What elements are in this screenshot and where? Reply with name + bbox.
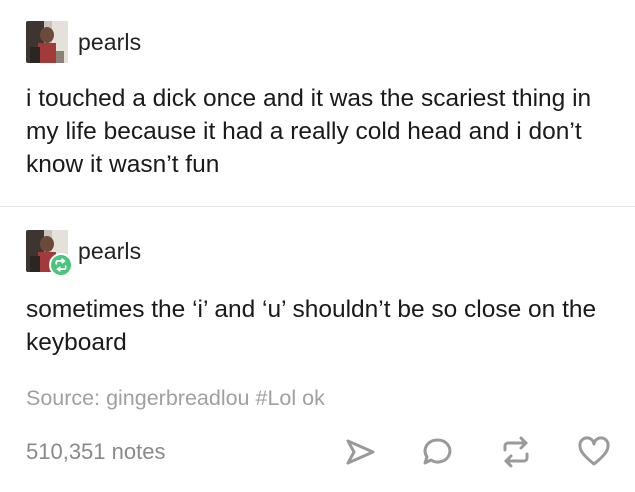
user-avatar-photo — [26, 21, 68, 63]
reblog-post: pearls sometimes the ‘i’ and ‘u’ shouldn… — [26, 229, 621, 359]
reblog-button[interactable] — [497, 433, 535, 471]
post-actions — [301, 433, 613, 471]
avatar[interactable] — [26, 21, 68, 63]
post-header: pearls — [26, 229, 621, 277]
reblog-badge — [49, 253, 73, 277]
post-header: pearls — [26, 20, 621, 64]
notes-count[interactable]: 510,351 notes — [26, 439, 301, 465]
like-button[interactable] — [575, 433, 613, 471]
reply-icon — [423, 438, 452, 465]
post-text: sometimes the ‘i’ and ‘u’ shouldn’t be s… — [26, 296, 597, 356]
post-source[interactable]: Source: gingerbreadlou #Lol ok — [26, 386, 325, 411]
username[interactable]: pearls — [78, 29, 141, 56]
post-divider — [0, 206, 635, 207]
reply-button[interactable] — [419, 433, 457, 471]
username[interactable]: pearls — [78, 238, 141, 265]
avatar[interactable] — [26, 230, 73, 277]
post-footer: 510,351 notes — [26, 430, 613, 474]
reblog-icon — [55, 258, 67, 272]
like-icon — [578, 436, 610, 466]
original-post: pearls i touched a dick once and it was … — [26, 20, 621, 181]
share-button[interactable] — [341, 433, 379, 471]
post-text: i touched a dick once and it was the sca… — [26, 85, 592, 178]
share-icon — [346, 439, 375, 465]
reblog-icon — [503, 436, 529, 468]
